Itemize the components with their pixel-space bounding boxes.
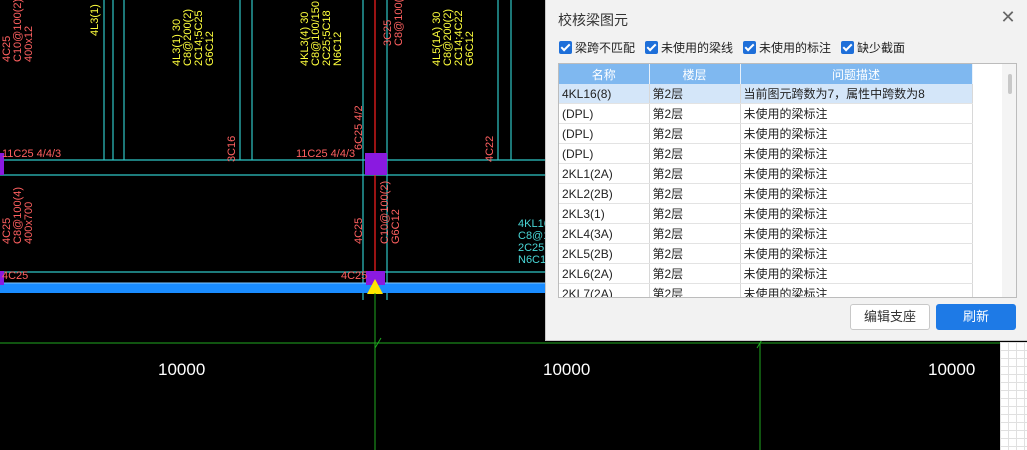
table-scrollbar[interactable] <box>1002 64 1016 297</box>
cell-floor: 第2层 <box>649 183 741 204</box>
dimension-label: 10000 <box>158 360 206 379</box>
cad-label: 3C16 <box>226 135 238 162</box>
filter-label: 梁跨不匹配 <box>575 41 636 55</box>
filter-label: 未使用的标注 <box>759 41 832 55</box>
table-row[interactable]: (DPL) 第2层 未使用的梁标注 <box>559 143 973 164</box>
cad-label: 11C25 4/4/3 <box>2 148 62 160</box>
scrollbar-thumb[interactable] <box>1008 74 1012 94</box>
cell-floor: 第2层 <box>649 283 741 297</box>
cell-floor: 第2层 <box>649 243 741 264</box>
filter-unused-annotation[interactable]: 未使用的标注 <box>743 39 831 56</box>
column-header-description[interactable]: 问题描述 <box>740 64 973 84</box>
table-row[interactable]: 2KL2(2B) 第2层 未使用的梁标注 <box>559 183 973 204</box>
cell-description: 未使用的梁标注 <box>740 163 973 184</box>
close-icon[interactable]: ✕ <box>997 6 1019 28</box>
cad-label: 4L3(1) <box>89 4 101 36</box>
cad-label: 4C25 C10@100(2) 400x12 <box>1 0 35 62</box>
cell-name: 2KL6(2A) <box>559 263 650 284</box>
table-row[interactable]: 4KL16(8) 第2层 当前图元跨数为7，属性中跨数为8 <box>559 84 973 104</box>
table-row[interactable]: (DPL) 第2层 未使用的梁标注 <box>559 103 973 124</box>
cell-description: 未使用的梁标注 <box>740 123 973 144</box>
cell-floor: 第2层 <box>649 263 741 284</box>
table-row[interactable]: 2KL4(3A) 第2层 未使用的梁标注 <box>559 223 973 244</box>
cell-description: 未使用的梁标注 <box>740 203 973 224</box>
cad-label: 4C25 <box>353 217 365 244</box>
checkbox-checked-icon[interactable] <box>559 41 572 54</box>
cell-floor: 第2层 <box>649 163 741 184</box>
cell-floor: 第2层 <box>649 223 741 244</box>
cell-description: 未使用的梁标注 <box>740 283 973 297</box>
table-header: 名称 楼层 问题描述 <box>559 64 973 84</box>
filter-span-mismatch[interactable]: 梁跨不匹配 <box>559 39 635 56</box>
cell-floor: 第2层 <box>649 143 741 164</box>
cad-label: 11C25 4/4/3 <box>296 148 356 160</box>
edit-support-button[interactable]: 编辑支座 <box>850 304 930 330</box>
cell-name: (DPL) <box>559 123 650 144</box>
cad-label: 4C25 C8@100(4) 400x700 <box>1 186 35 244</box>
table-row[interactable]: 2KL3(1) 第2层 未使用的梁标注 <box>559 203 973 224</box>
cell-description: 未使用的梁标注 <box>740 143 973 164</box>
cad-label: 4L5(1A) 30 C8@200(2) 2C14;4C22 G6C12 <box>431 8 476 66</box>
cad-label: 4KL3(4) 30 C8@100/150 2C25;5C18 N6C12 <box>299 1 344 66</box>
check-beam-dialog: 校核梁图元 ✕ 梁跨不匹配 未使用的梁线 未使用的标注 缺少截面 名称 楼层 问… <box>545 0 1027 341</box>
cell-floor: 第2层 <box>649 203 741 224</box>
filter-bar: 梁跨不匹配 未使用的梁线 未使用的标注 缺少截面 <box>559 39 905 56</box>
filter-label: 未使用的梁线 <box>661 41 734 55</box>
cell-floor: 第2层 <box>649 123 741 144</box>
issues-table: 名称 楼层 问题描述 4KL16(8) 第2层 当前图元跨数为7，属性中跨数为8 (D… <box>558 63 1017 298</box>
cell-name: (DPL) <box>559 103 650 124</box>
filter-label: 缺少截面 <box>857 41 906 55</box>
cell-name: (DPL) <box>559 143 650 164</box>
cell-name: 2KL7(2A) <box>559 283 650 297</box>
cell-name: 2KL3(1) <box>559 203 650 224</box>
side-panel-grid <box>1000 342 1027 450</box>
filter-unused-beam-line[interactable]: 未使用的梁线 <box>645 39 733 56</box>
cell-description: 未使用的梁标注 <box>740 243 973 264</box>
table-row[interactable]: (DPL) 第2层 未使用的梁标注 <box>559 123 973 144</box>
cell-description: 当前图元跨数为7，属性中跨数为8 <box>740 84 973 104</box>
cad-label: 4C22 <box>484 135 496 162</box>
cad-label: 3C25 C8@100(2) <box>382 0 405 46</box>
dimension-label: 10000 <box>928 360 976 379</box>
checkbox-checked-icon[interactable] <box>841 41 855 54</box>
cad-label: 6C25 4/2 <box>353 105 365 150</box>
cad-label: 4C25 <box>2 270 29 282</box>
cad-column-marker <box>365 153 387 175</box>
column-header-floor[interactable]: 楼层 <box>649 64 741 84</box>
table-row[interactable]: 2KL7(2A) 第2层 未使用的梁标注 <box>559 283 973 297</box>
refresh-button[interactable]: 刷新 <box>936 304 1016 330</box>
table-row[interactable]: 2KL5(2B) 第2层 未使用的梁标注 <box>559 243 973 264</box>
cell-name: 2KL1(2A) <box>559 163 650 184</box>
cad-label: 4C25 <box>341 270 368 282</box>
dimension-label: 10000 <box>543 360 591 379</box>
cell-floor: 第2层 <box>649 84 741 104</box>
checkbox-checked-icon[interactable] <box>743 41 757 54</box>
cell-name: 2KL5(2B) <box>559 243 650 264</box>
table-row[interactable]: 2KL6(2A) 第2层 未使用的梁标注 <box>559 263 973 284</box>
cad-label: C10@100(2) G6C12 <box>379 180 402 244</box>
cell-name: 4KL16(8) <box>559 84 650 104</box>
cell-name: 2KL2(2B) <box>559 183 650 204</box>
dialog-title: 校核梁图元 <box>558 12 628 28</box>
cell-description: 未使用的梁标注 <box>740 183 973 204</box>
cell-description: 未使用的梁标注 <box>740 103 973 124</box>
filter-missing-section[interactable]: 缺少截面 <box>841 39 905 56</box>
table-row[interactable]: 2KL1(2A) 第2层 未使用的梁标注 <box>559 163 973 184</box>
cell-floor: 第2层 <box>649 103 741 124</box>
cell-description: 未使用的梁标注 <box>740 223 973 244</box>
column-header-name[interactable]: 名称 <box>559 64 650 84</box>
cad-label: 4L3(1) 30 C8@200(2) 2C14;5C25 G6C12 <box>171 8 216 66</box>
cell-name: 2KL4(3A) <box>559 223 650 244</box>
cell-description: 未使用的梁标注 <box>740 263 973 284</box>
checkbox-checked-icon[interactable] <box>645 41 659 54</box>
